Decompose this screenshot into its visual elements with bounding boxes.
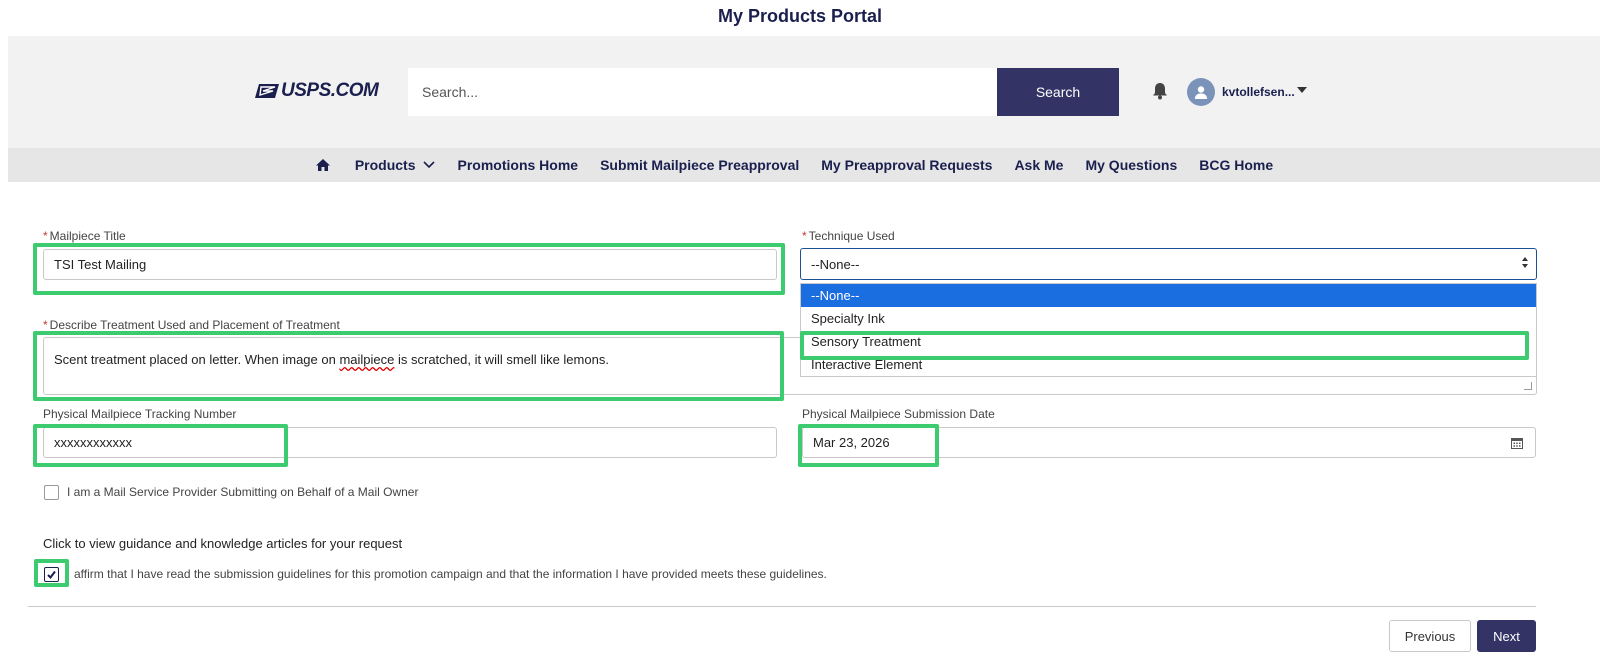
msp-checkbox[interactable] (44, 485, 59, 500)
nav-products[interactable]: Products (355, 157, 436, 173)
technique-option-none[interactable]: --None-- (801, 284, 1536, 307)
technique-dropdown-list: --None-- Specialty Ink Sensory Treatment… (800, 283, 1537, 377)
technique-option-interactive-element[interactable]: Interactive Element (801, 353, 1536, 376)
user-icon (1194, 86, 1208, 99)
user-menu-caret-icon[interactable] (1297, 87, 1307, 93)
tracking-number-label: Physical Mailpiece Tracking Number (43, 407, 237, 421)
nav-bcg-home[interactable]: BCG Home (1199, 157, 1273, 173)
misspelled-word: mailpiece (339, 352, 395, 367)
nav-promotions-home[interactable]: Promotions Home (458, 157, 579, 173)
nav-submit-mailpiece-preapproval[interactable]: Submit Mailpiece Preapproval (600, 157, 799, 173)
msp-checkbox-label: I am a Mail Service Provider Submitting … (67, 485, 419, 499)
nav-my-questions[interactable]: My Questions (1085, 157, 1177, 173)
search-button[interactable]: Search (997, 68, 1119, 116)
calendar-icon[interactable] (1511, 437, 1523, 449)
technique-option-sensory-treatment[interactable]: Sensory Treatment (801, 330, 1536, 353)
usps-logo[interactable]: USPS.COM (255, 80, 379, 102)
select-arrows-icon (1522, 257, 1528, 268)
next-button[interactable]: Next (1477, 620, 1536, 652)
main-nav: Products Promotions Home Submit Mailpiec… (0, 148, 1600, 182)
submission-date-label: Physical Mailpiece Submission Date (802, 407, 995, 421)
technique-used-label: * Technique Used (802, 229, 895, 243)
guidance-link-text[interactable]: Click to view guidance and knowledge art… (43, 536, 402, 551)
avatar[interactable] (1187, 78, 1215, 106)
nav-my-preapproval-requests[interactable]: My Preapproval Requests (821, 157, 992, 173)
tracking-number-input[interactable]: xxxxxxxxxxxx (43, 427, 777, 458)
nav-ask-me[interactable]: Ask Me (1014, 157, 1063, 173)
technique-select[interactable]: --None-- (800, 248, 1537, 280)
portal-title: My Products Portal (717, 6, 883, 26)
technique-option-specialty-ink[interactable]: Specialty Ink (801, 307, 1536, 330)
affirm-checkbox[interactable] (44, 567, 59, 582)
home-icon[interactable] (315, 158, 330, 172)
mailpiece-title-label: * Mailpiece Title (43, 229, 126, 243)
footer-divider (28, 606, 1536, 607)
bell-icon[interactable] (1152, 82, 1168, 100)
treatment-text: Scent treatment placed on letter. When i… (54, 352, 609, 367)
logo-text: USPS.COM (281, 80, 379, 101)
submission-date-input[interactable]: Mar 23, 2026 (802, 427, 1536, 458)
treatment-label: * Describe Treatment Used and Placement o… (43, 318, 340, 332)
chevron-down-icon (422, 161, 435, 169)
search-input[interactable] (408, 68, 998, 116)
user-name[interactable]: kvtollefsen... (1222, 85, 1295, 99)
previous-button[interactable]: Previous (1389, 620, 1471, 652)
resize-handle-icon[interactable] (1524, 382, 1532, 390)
affirm-checkbox-label: affirm that I have read the submission g… (74, 567, 827, 581)
eagle-logo-icon (255, 84, 279, 98)
mailpiece-title-input[interactable]: TSI Test Mailing (43, 249, 777, 280)
page: My Products Portal USPS.COM Search kvtol… (0, 0, 1600, 664)
checkmark-icon (47, 570, 56, 580)
